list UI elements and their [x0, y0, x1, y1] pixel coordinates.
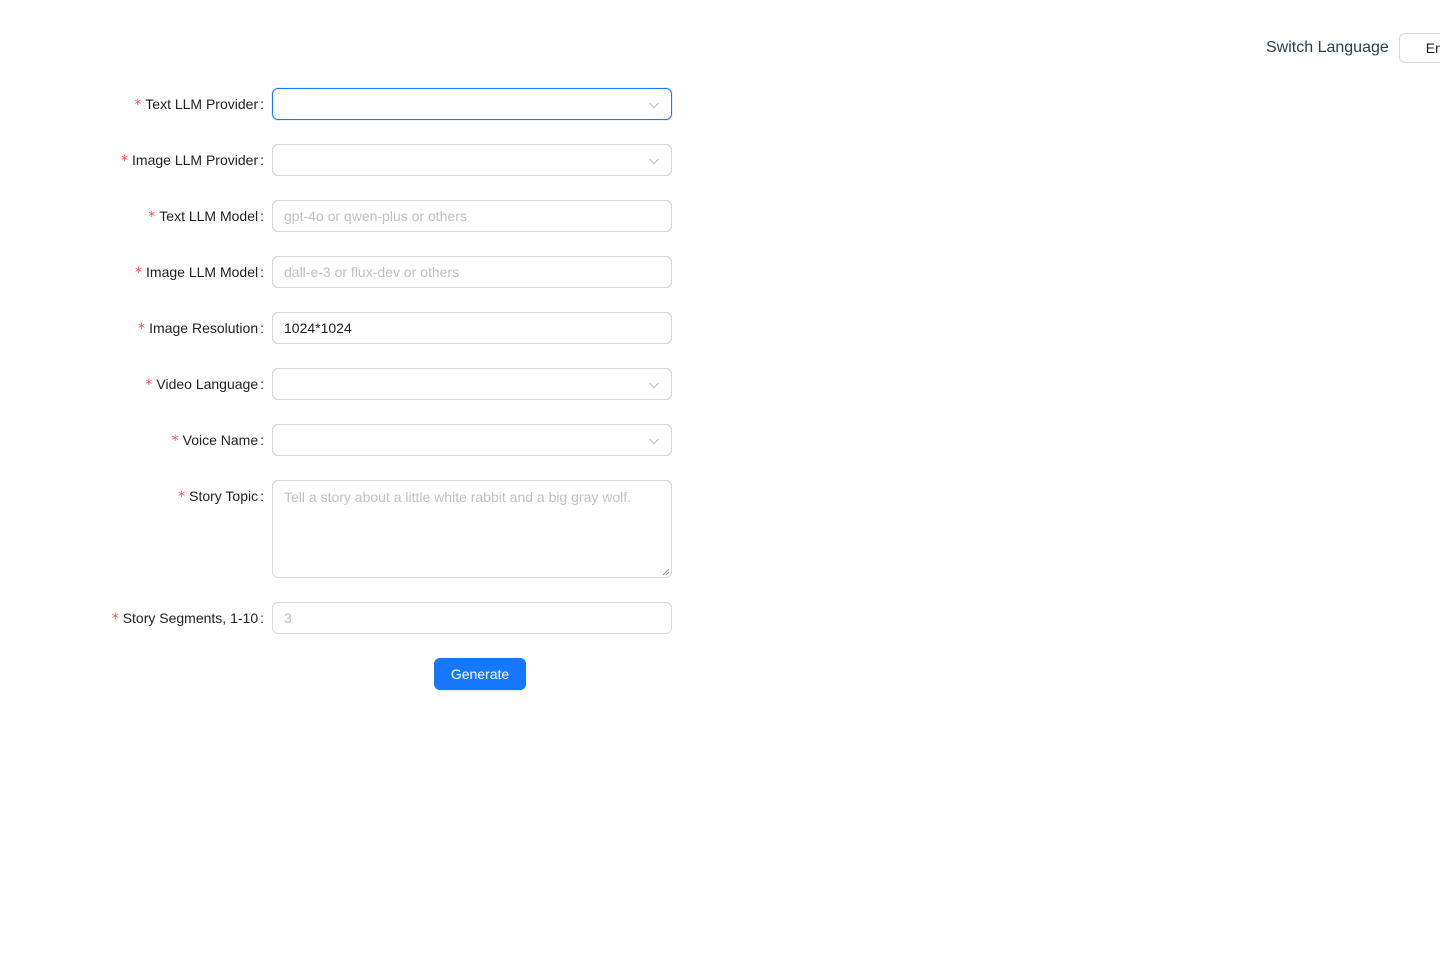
chevron-down-icon [649, 382, 659, 389]
story-topic-label: Story Topic [189, 488, 259, 504]
required-mark: * [145, 377, 153, 393]
form-item-image-llm-model: * Image LLM Model: [0, 256, 700, 288]
form-label: * Voice Name: [171, 432, 264, 449]
form-label: * Video Language: [145, 376, 264, 393]
required-mark: * [171, 433, 179, 449]
required-mark: * [121, 153, 129, 169]
form-label: * Image Resolution: [138, 320, 264, 337]
video-language-select[interactable] [272, 368, 672, 400]
story-form: * Text LLM Provider: * Image LLM Provider:… [0, 88, 700, 658]
form-label: * Text LLM Model: [148, 208, 264, 225]
story-segments-field [272, 602, 672, 634]
form-label: * Image LLM Model: [135, 264, 264, 281]
resize-grip-icon[interactable] [662, 568, 670, 576]
chevron-down-icon [649, 438, 659, 445]
form-label: * Story Topic: [178, 488, 264, 505]
story-segments-label: Story Segments, 1-10 [122, 610, 259, 626]
chevron-down-icon [649, 158, 659, 165]
form-item-voice-name: * Voice Name: [0, 424, 700, 456]
switch-language-label: Switch Language [1266, 39, 1389, 56]
form-label: * Story Segments, 1-10: [111, 610, 264, 627]
voice-name-label: Voice Name [182, 432, 259, 448]
text-llm-model-field [272, 200, 672, 232]
video-language-label: Video Language [156, 376, 259, 392]
form-item-story-segments: * Story Segments, 1-10: [0, 602, 700, 634]
form-item-image-resolution: * Image Resolution: [0, 312, 700, 344]
generate-button[interactable]: Generate [434, 658, 526, 690]
form-item-video-language: * Video Language: [0, 368, 700, 400]
form-label: * Image LLM Provider: [121, 152, 264, 169]
required-mark: * [138, 321, 146, 337]
language-select-value: En [1425, 40, 1440, 56]
required-mark: * [135, 265, 143, 281]
story-topic-textarea[interactable] [284, 487, 660, 571]
text-llm-model-input[interactable] [284, 201, 660, 231]
required-mark: * [178, 489, 186, 505]
chevron-down-icon [649, 102, 659, 109]
image-llm-provider-select[interactable] [272, 144, 672, 176]
required-mark: * [148, 209, 156, 225]
image-llm-model-label: Image LLM Model [146, 264, 259, 280]
form-item-text-llm-provider: * Text LLM Provider: [0, 88, 700, 120]
text-llm-provider-label: Text LLM Provider [145, 96, 259, 112]
required-mark: * [111, 611, 119, 627]
voice-name-select[interactable] [272, 424, 672, 456]
form-actions: Generate [434, 658, 526, 690]
required-mark: * [134, 97, 142, 113]
form-item-text-llm-model: * Text LLM Model: [0, 200, 700, 232]
form-item-image-llm-provider: * Image LLM Provider: [0, 144, 700, 176]
language-select[interactable]: En [1398, 33, 1440, 63]
image-resolution-field [272, 312, 672, 344]
image-llm-model-field [272, 256, 672, 288]
image-resolution-label: Image Resolution [149, 320, 259, 336]
image-llm-model-input[interactable] [284, 257, 660, 287]
text-llm-provider-select[interactable] [272, 88, 672, 120]
form-item-story-topic: * Story Topic: [0, 480, 700, 578]
image-llm-provider-label: Image LLM Provider [132, 152, 259, 168]
text-llm-model-label: Text LLM Model [159, 208, 259, 224]
story-segments-input[interactable] [284, 603, 660, 633]
page: Switch Language En *Text LLM Provider: *… [0, 0, 1440, 960]
image-resolution-input[interactable] [284, 313, 660, 343]
story-topic-field [272, 480, 672, 578]
form-label: * Text LLM Provider: [134, 96, 264, 113]
language-switcher: Switch Language En [1266, 32, 1440, 64]
